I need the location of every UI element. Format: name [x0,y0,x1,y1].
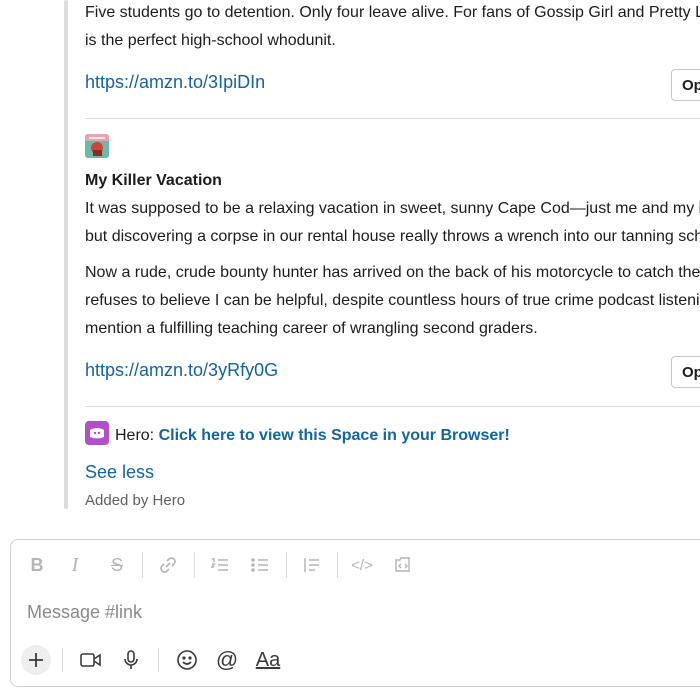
toolbar-divider [158,648,159,672]
attachment-bar [64,0,68,509]
hero-logo-icon [85,421,109,445]
book-cover-thumbnail[interactable] [85,134,109,158]
hero-label: Hero: [115,427,159,444]
code-icon[interactable]: </> [349,552,375,578]
toolbar-divider [142,552,143,578]
open-button[interactable]: Op [671,69,700,101]
item-description: refuses to believe I can be helpful, des… [85,292,700,309]
item-description: is the perfect high-school whodunit. [85,32,336,49]
toolbar-divider [194,552,195,578]
code-block-icon[interactable] [390,552,416,578]
message-feed: Five students go to detention. Only four… [0,0,700,530]
italic-icon[interactable]: I [63,552,87,578]
item-link[interactable]: https://amzn.to/3yRfy0G [85,360,278,381]
microphone-icon[interactable] [117,646,145,674]
bold-icon[interactable]: B [25,552,49,578]
emoji-icon[interactable] [173,646,201,674]
link-icon[interactable] [155,552,181,578]
blockquote-icon[interactable] [299,552,325,578]
hero-space-link[interactable]: Click here to view this Space in your Br… [159,427,510,444]
numbered-list-icon[interactable] [207,552,233,578]
message-input[interactable]: Message #link [27,602,142,623]
item-description: but discovering a corpse in our rental h… [85,228,700,245]
toolbar-divider [62,648,63,672]
item-title: My Killer Vacation [85,172,222,189]
added-by-label: Added by Hero [85,492,186,509]
divider [85,118,700,119]
item-description: It was supposed to be a relaxing vacatio… [85,200,700,217]
message-composer: B I S </> Message #link @ Aa [10,539,700,687]
toolbar-divider [286,552,287,578]
open-button[interactable]: Op [671,356,700,388]
item-link[interactable]: https://amzn.to/3IpiDIn [85,72,265,93]
divider [85,406,700,407]
item-description: Five students go to detention. Only four… [85,4,700,21]
mention-icon[interactable]: @ [213,646,241,674]
item-description: mention a fulfilling teaching career of … [85,320,538,337]
toolbar-divider [337,552,338,578]
see-less-link[interactable]: See less [85,462,154,483]
strikethrough-icon[interactable]: S [105,552,129,578]
plus-icon[interactable] [21,645,51,675]
text-format-icon[interactable]: Aa [253,646,283,674]
video-icon[interactable] [77,646,105,674]
item-description: Now a rude, crude bounty hunter has arri… [85,264,700,281]
bulleted-list-icon[interactable] [247,552,273,578]
